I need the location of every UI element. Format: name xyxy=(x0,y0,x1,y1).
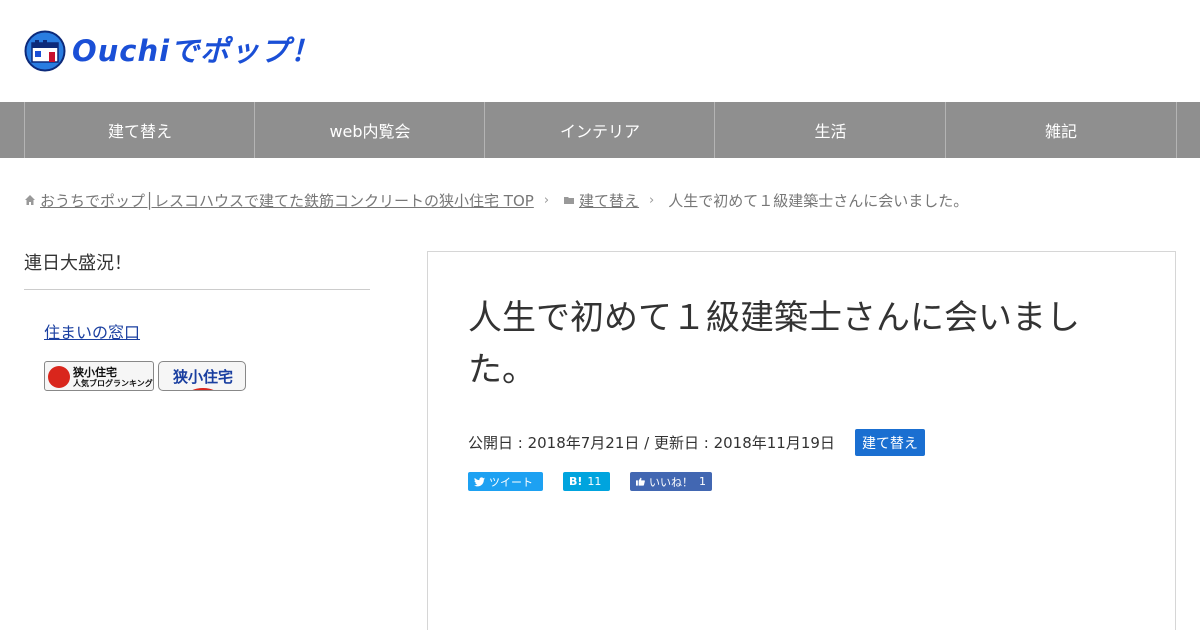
nav-item-rebuild[interactable]: 建て替え xyxy=(24,102,255,158)
chevron-right-icon: › xyxy=(543,192,550,208)
tweet-label: ツイート xyxy=(489,475,533,489)
banner1-subtitle: 人気ブログランキング xyxy=(73,379,153,388)
article-dates: 公開日 : 2018年7月21日 / 更新日 : 2018年11月19日 xyxy=(468,434,835,452)
house-logo-icon xyxy=(24,30,66,72)
ranking-logo-icon xyxy=(48,366,70,388)
sidebar: 連日大盛況！ 住まいの窓口 狭小住宅 人気ブログランキング 狭小住宅 xyxy=(24,251,370,391)
breadcrumb-category-link[interactable]: 建て替え xyxy=(579,190,639,211)
nav-item-interior[interactable]: インテリア xyxy=(484,102,715,158)
like-label: いいね！ xyxy=(649,475,693,489)
twitter-bird-icon xyxy=(474,476,485,486)
breadcrumb: おうちでポップ│レスコハウスで建てた鉄筋コンクリートの狭小住宅 TOP › 建て… xyxy=(24,189,968,211)
nav-item-web-tour[interactable]: web内覧会 xyxy=(254,102,485,158)
site-logo[interactable]: Ouchiでポップ！ xyxy=(24,30,320,72)
folder-icon xyxy=(564,197,575,204)
category-badge[interactable]: 建て替え xyxy=(854,429,925,456)
nav-item-life[interactable]: 生活 xyxy=(714,102,946,158)
breadcrumb-current: 人生で初めて１級建築士さんに会いました。 xyxy=(668,191,969,210)
article-card: 人生で初めて１級建築士さんに会いました。 公開日 : 2018年7月21日 / … xyxy=(427,251,1176,630)
banner2-title: 狭小住宅 xyxy=(172,368,233,386)
blog-ranking-banner[interactable]: 狭小住宅 人気ブログランキング xyxy=(44,361,154,391)
facebook-like-button[interactable]: いいね！ 1 xyxy=(630,472,712,491)
widget-title: 連日大盛況！ xyxy=(24,251,370,290)
breadcrumb-home-link[interactable]: おうちでポップ│レスコハウスで建てた鉄筋コンクリートの狭小住宅 TOP xyxy=(40,190,534,211)
home-icon xyxy=(25,195,35,205)
sumai-madoguchi-link[interactable]: 住まいの窓口 xyxy=(44,319,140,343)
article-meta: 公開日 : 2018年7月21日 / 更新日 : 2018年11月19日 建て替… xyxy=(468,429,925,456)
small-house-banner[interactable]: 狭小住宅 xyxy=(158,361,246,391)
hatena-bookmark-button[interactable]: B! 11 xyxy=(563,472,610,491)
like-count: 1 xyxy=(699,475,706,488)
tweet-button[interactable]: ツイート xyxy=(468,472,543,491)
chevron-right-icon: › xyxy=(649,192,655,208)
hatena-count: 11 xyxy=(587,475,602,488)
banner2-mark-icon xyxy=(187,388,219,390)
article-title: 人生で初めて１級建築士さんに会いました。 xyxy=(468,298,1080,390)
thumbs-up-icon xyxy=(636,477,645,486)
site-logo-text: Ouchiでポップ！ xyxy=(72,34,321,68)
nav-item-misc[interactable]: 雑記 xyxy=(945,102,1177,158)
site-header: Ouchiでポップ！ xyxy=(0,0,1200,102)
global-nav: 建て替え web内覧会 インテリア 生活 雑記 xyxy=(0,102,1200,158)
hatena-label: B! xyxy=(569,475,583,488)
